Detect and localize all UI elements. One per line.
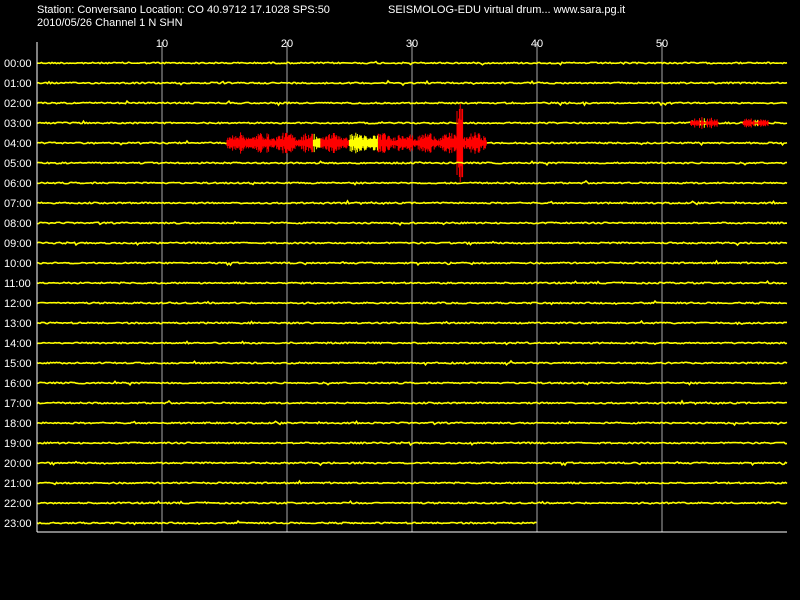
row-label: 07:00 [4, 198, 32, 210]
hour-row-1800: 18:00 [4, 418, 788, 430]
row-label: 22:00 [4, 498, 32, 510]
hour-row-0600: 06:00 [4, 178, 788, 190]
hour-row-0500: 05:00 [4, 158, 788, 170]
hour-row-0100: 01:00 [4, 78, 788, 90]
row-label: 06:00 [4, 178, 32, 190]
row-label: 11:00 [4, 278, 31, 290]
hour-row-1500: 15:00 [4, 358, 788, 370]
row-label: 19:00 [4, 438, 32, 450]
hour-row-1900: 19:00 [4, 438, 788, 450]
hour-row-1200: 12:00 [4, 298, 788, 310]
hour-row-0400: 04:00 [4, 103, 788, 183]
row-label: 05:00 [4, 158, 32, 170]
row-label: 21:00 [4, 478, 32, 490]
x-tick-label: 20 [281, 38, 293, 50]
hour-row-1300: 13:00 [4, 318, 787, 330]
hour-row-2300: 23:00 [4, 518, 537, 530]
x-tick-label: 30 [406, 38, 418, 50]
hour-row-2000: 20:00 [4, 458, 788, 470]
row-label: 08:00 [4, 218, 32, 230]
hour-row-2200: 22:00 [4, 498, 788, 510]
hour-row-1100: 11:00 [4, 278, 788, 290]
x-tick-label: 40 [531, 38, 543, 50]
x-tick-label: 50 [656, 38, 668, 50]
hour-rows: 00:00 01:00 02:00 03:00 04:00 05:00 06:00 07:00… [4, 58, 788, 530]
minute-gridlines [161, 42, 663, 532]
row-label: 16:00 [4, 378, 32, 390]
row-label: 00:00 [4, 58, 32, 70]
minute-axis: 10 20 30 40 50 [156, 38, 668, 50]
virtual-drum-chart: 10 20 30 40 50 00:00 01:00 02:00 03:00 04:00 05:0… [4, 38, 788, 533]
row-label: 17:00 [4, 398, 32, 410]
hour-row-0700: 07:00 [4, 198, 788, 210]
row-label: 14:00 [4, 338, 32, 350]
row-label: 12:00 [4, 298, 32, 310]
hour-row-0800: 08:00 [4, 218, 788, 230]
hour-row-1000: 10:00 [4, 258, 788, 270]
row-label: 23:00 [4, 518, 32, 530]
row-label: 15:00 [4, 358, 32, 370]
hour-row-0900: 09:00 [4, 238, 788, 250]
row-label: 03:00 [4, 118, 32, 130]
row-label: 09:00 [4, 238, 32, 250]
row-label: 01:00 [4, 78, 32, 90]
row-label: 18:00 [4, 418, 32, 430]
seismograph-screen: Station: Conversano Location: CO 40.9712… [0, 0, 800, 600]
hour-row-2100: 21:00 [4, 478, 788, 490]
row-label: 04:00 [4, 138, 32, 150]
event-burst [456, 103, 464, 183]
hour-row-1400: 14:00 [4, 338, 788, 350]
hour-row-0300: 03:00 [4, 117, 788, 130]
hour-row-0000: 00:00 [4, 58, 788, 70]
row-label: 20:00 [4, 458, 32, 470]
row-label: 02:00 [4, 98, 32, 110]
hour-row-0200: 02:00 [4, 98, 788, 110]
hour-row-1700: 17:00 [4, 398, 788, 410]
row-label: 13:00 [4, 318, 32, 330]
hour-row-1600: 16:00 [4, 378, 788, 390]
row-label: 10:00 [4, 258, 32, 270]
x-tick-label: 10 [156, 38, 168, 50]
